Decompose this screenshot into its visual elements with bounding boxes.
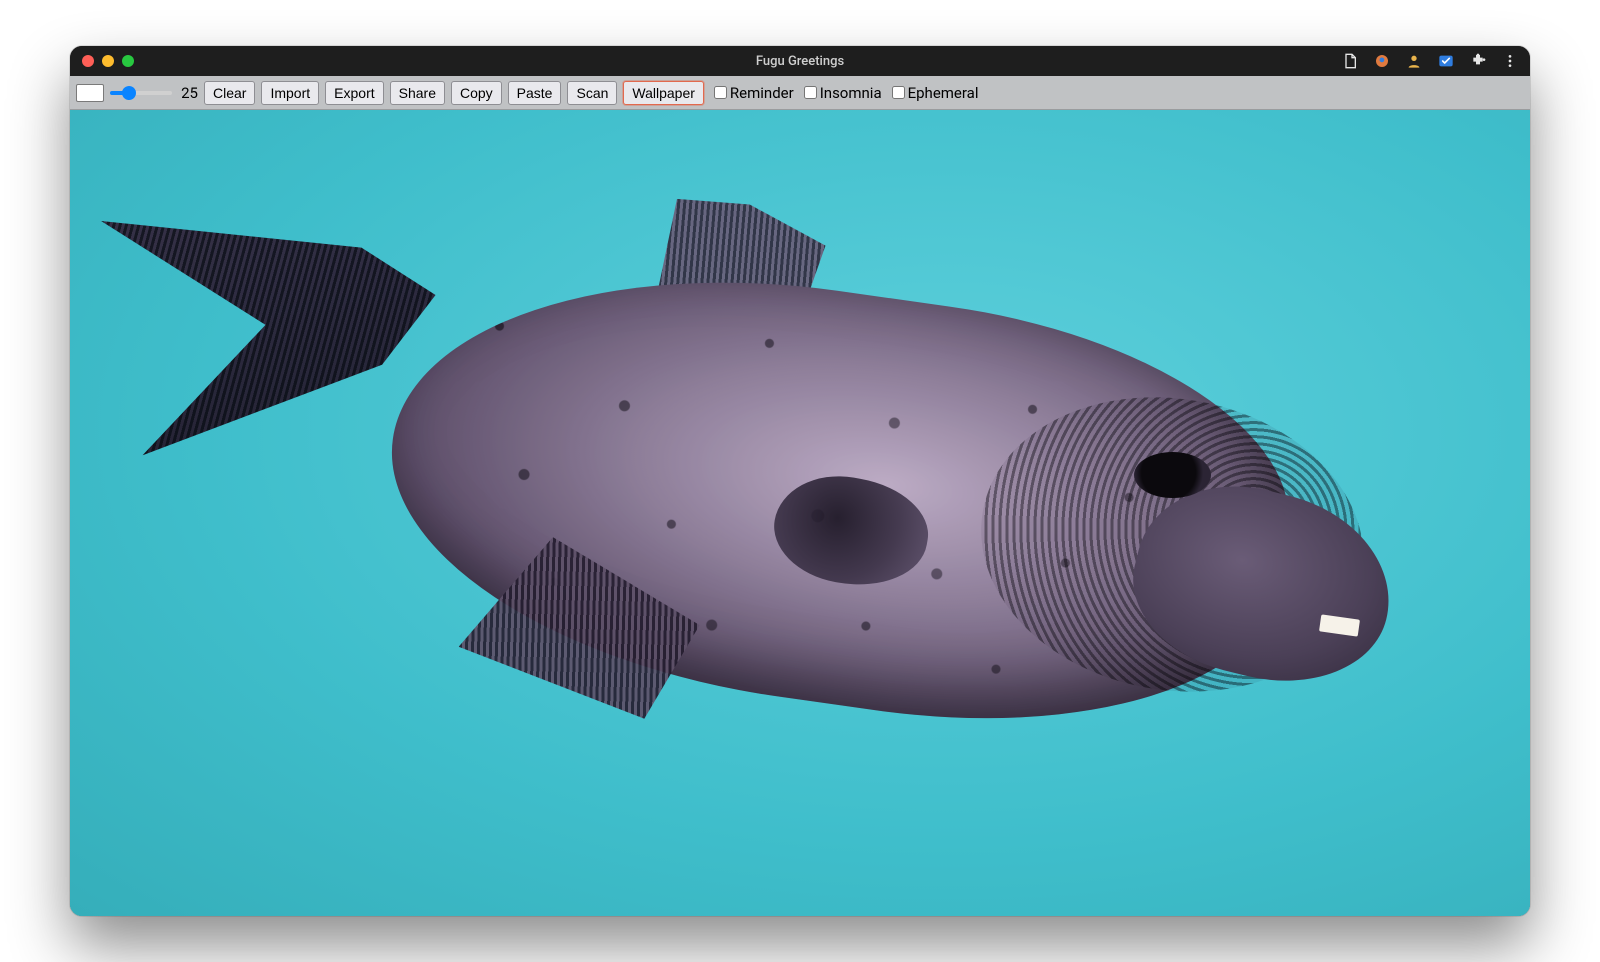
- fish-eye: [1134, 452, 1211, 498]
- brush-size-slider[interactable]: [110, 91, 172, 95]
- ephemeral-label: Ephemeral: [908, 84, 979, 102]
- close-window-button[interactable]: [82, 55, 94, 67]
- maximize-window-button[interactable]: [122, 55, 134, 67]
- titlebar-right-icons: [1342, 53, 1518, 69]
- fugu-fish-illustration: [158, 174, 1443, 835]
- toolbar: 25 Clear Import Export Share Copy Paste …: [70, 76, 1530, 110]
- reminder-label: Reminder: [730, 84, 794, 102]
- check-icon[interactable]: [1438, 53, 1454, 69]
- extension-icon[interactable]: [1470, 53, 1486, 69]
- window-title: Fugu Greetings: [756, 54, 844, 69]
- insomnia-checkbox[interactable]: [804, 86, 817, 99]
- reminder-checkbox[interactable]: [714, 86, 727, 99]
- export-button[interactable]: Export: [325, 81, 383, 105]
- menu-icon[interactable]: [1502, 53, 1518, 69]
- document-icon[interactable]: [1342, 53, 1358, 69]
- window-controls: [82, 55, 134, 67]
- titlebar: Fugu Greetings: [70, 46, 1530, 76]
- import-button[interactable]: Import: [261, 81, 319, 105]
- brush-size-control: 25: [110, 84, 198, 102]
- wallpaper-button[interactable]: Wallpaper: [623, 81, 704, 105]
- scan-button[interactable]: Scan: [567, 81, 617, 105]
- insomnia-label: Insomnia: [820, 84, 882, 102]
- reminder-checkbox-wrap[interactable]: Reminder: [714, 84, 794, 102]
- ephemeral-checkbox[interactable]: [892, 86, 905, 99]
- person-icon[interactable]: [1406, 53, 1422, 69]
- paste-button[interactable]: Paste: [508, 81, 562, 105]
- canvas-area[interactable]: [70, 110, 1530, 916]
- share-button[interactable]: Share: [390, 81, 445, 105]
- minimize-window-button[interactable]: [102, 55, 114, 67]
- paint-icon[interactable]: [1374, 53, 1390, 69]
- color-swatch[interactable]: [76, 84, 104, 102]
- copy-button[interactable]: Copy: [451, 81, 502, 105]
- clear-button[interactable]: Clear: [204, 81, 255, 105]
- brush-size-value: 25: [176, 84, 198, 102]
- app-window: Fugu Greetings 25: [70, 46, 1530, 916]
- insomnia-checkbox-wrap[interactable]: Insomnia: [804, 84, 882, 102]
- ephemeral-checkbox-wrap[interactable]: Ephemeral: [892, 84, 979, 102]
